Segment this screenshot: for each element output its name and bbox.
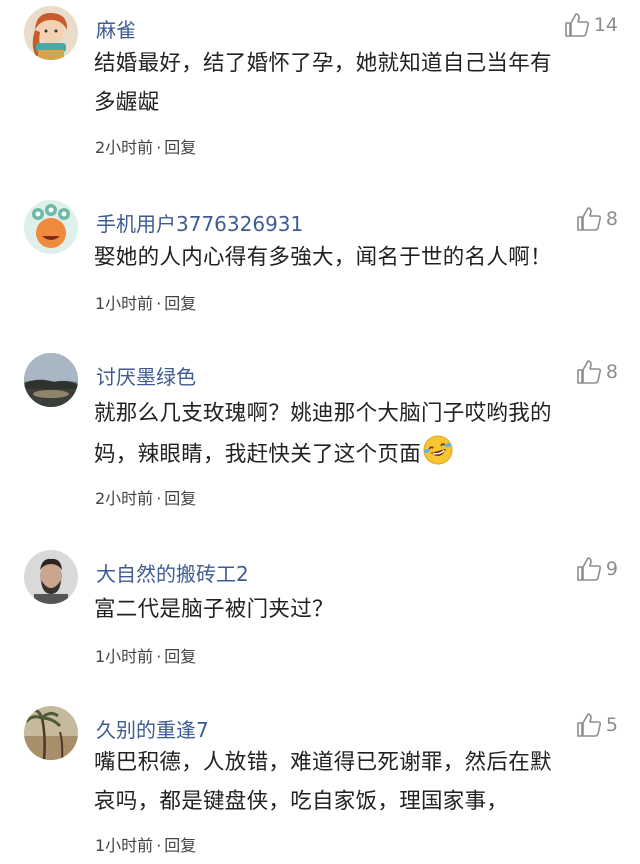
like-button[interactable]: 14	[564, 12, 618, 38]
comment-line: 哀吗，都是键盘侠，吃自家饭，理国家事，	[94, 789, 509, 814]
separator: ·	[156, 489, 162, 508]
thumbs-up-icon	[577, 713, 601, 737]
username[interactable]: 久别的重逢7	[96, 714, 209, 743]
like-button[interactable]: 9	[576, 556, 618, 582]
comment-time: 1小时前	[95, 836, 154, 855]
comment-line: 嘴巴积德，人放错，难道得已死谢罪，然后在默	[94, 750, 552, 775]
reply-button[interactable]: 回复	[164, 647, 196, 666]
reply-button[interactable]: 回复	[164, 294, 196, 313]
comment-line: 妈，辣眼睛，我赶快关了这个页面	[94, 433, 624, 474]
like-count: 5	[605, 714, 618, 736]
thumbs-up-icon	[577, 360, 601, 384]
user-avatar[interactable]	[24, 353, 78, 407]
comment-time: 1小时前	[95, 294, 154, 313]
comment-time: 2小时前	[95, 489, 154, 508]
like-count: 14	[593, 14, 618, 36]
separator: ·	[156, 647, 162, 666]
comment-meta: 1小时前 · 回复	[95, 643, 196, 667]
comment-time: 2小时前	[95, 138, 154, 157]
like-count: 9	[605, 558, 618, 580]
comment-line-text: 妈，辣眼睛，我赶快关了这个页面	[94, 442, 422, 467]
comment-line: 多龌龊	[94, 90, 160, 115]
comment-line: 富二代是脑子被门夹过？	[94, 597, 334, 622]
username[interactable]: 手机用户3776326931	[96, 208, 303, 237]
comment-text: 富二代是脑子被门夹过？	[94, 590, 624, 629]
username[interactable]: 麻雀	[96, 14, 136, 43]
reply-button[interactable]: 回复	[164, 489, 196, 508]
thumbs-up-icon	[577, 557, 601, 581]
like-button[interactable]: 8	[576, 206, 618, 232]
comment-time: 1小时前	[95, 647, 154, 666]
like-button[interactable]: 5	[576, 712, 618, 738]
comment-meta: 2小时前 · 回复	[95, 134, 196, 158]
user-avatar[interactable]	[24, 200, 78, 254]
comment-line: 娶她的人内心得有多強大，闻名于世的名人啊！	[94, 245, 552, 270]
user-avatar[interactable]	[24, 550, 78, 604]
separator: ·	[156, 294, 162, 313]
like-button[interactable]: 8	[576, 359, 618, 385]
separator: ·	[156, 836, 162, 855]
laughing-crying-emoji-icon	[423, 435, 453, 465]
comment-line: 就那么几支玫瑰啊？姚迪那个大脑门子哎哟我的	[94, 401, 552, 426]
like-count: 8	[605, 208, 618, 230]
username[interactable]: 讨厌墨绿色	[96, 361, 196, 390]
comment-meta: 1小时前 · 回复	[95, 832, 196, 856]
reply-button[interactable]: 回复	[164, 138, 196, 157]
comment-text: 嘴巴积德，人放错，难道得已死谢罪，然后在默 哀吗，都是键盘侠，吃自家饭，理国家事…	[94, 743, 624, 821]
username[interactable]: 大自然的搬砖工2	[96, 558, 249, 587]
reply-button[interactable]: 回复	[164, 836, 196, 855]
user-avatar[interactable]	[24, 6, 78, 60]
comment-text: 就那么几支玫瑰啊？姚迪那个大脑门子哎哟我的 妈，辣眼睛，我赶快关了这个页面	[94, 394, 624, 474]
like-count: 8	[605, 361, 618, 383]
comment-meta: 2小时前 · 回复	[95, 485, 196, 509]
separator: ·	[156, 138, 162, 157]
thumbs-up-icon	[565, 13, 589, 37]
thumbs-up-icon	[577, 207, 601, 231]
user-avatar[interactable]	[24, 706, 78, 760]
comment-text: 娶她的人内心得有多強大，闻名于世的名人啊！	[94, 238, 624, 277]
comment-meta: 1小时前 · 回复	[95, 290, 196, 314]
comment-text: 结婚最好，结了婚怀了孕，她就知道自己当年有 多龌龊	[94, 44, 624, 122]
comment-line: 结婚最好，结了婚怀了孕，她就知道自己当年有	[94, 51, 552, 76]
